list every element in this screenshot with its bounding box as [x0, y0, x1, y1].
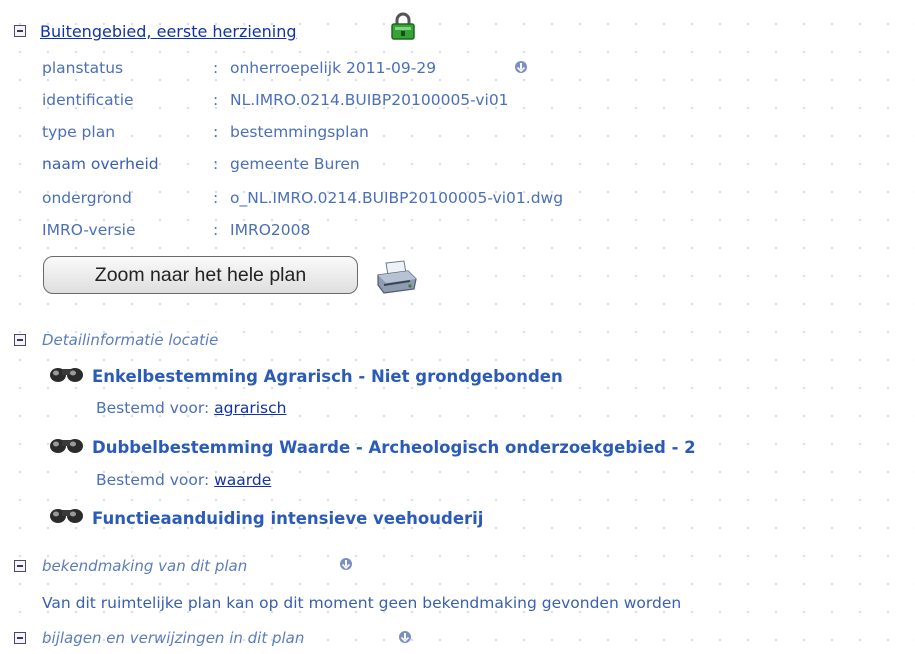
imro-versie-value: IMRO2008	[230, 221, 311, 239]
zoom-to-plan-button[interactable]: Zoom naar het hele plan	[43, 256, 358, 294]
info-icon[interactable]	[398, 630, 412, 644]
info-icon[interactable]	[514, 60, 528, 74]
agrarisch-link[interactable]: agrarisch	[214, 399, 286, 417]
naam-overheid-value: gemeente Buren	[230, 155, 360, 173]
bestemd-voor-row: Bestemd voor: waarde	[96, 471, 271, 489]
bestemd-voor-label: Bestemd voor:	[96, 399, 210, 417]
collapse-bekendmaking-toggle[interactable]	[14, 560, 26, 572]
dubbelbestemming-title[interactable]: Dubbelbestemming Waarde - Archeologisch …	[92, 438, 696, 457]
collapse-plan-toggle[interactable]	[14, 25, 26, 37]
planstatus-value: onherroepelijk 2011-09-29	[230, 59, 437, 77]
separator: :	[213, 59, 219, 77]
functieaanduiding-title[interactable]: Functieaanduiding intensieve veehouderij	[92, 509, 483, 528]
identificatie-value: NL.IMRO.0214.BUIBP20100005-vi01	[230, 91, 509, 109]
separator: :	[213, 221, 219, 239]
bestemd-voor-row: Bestemd voor: agrarisch	[96, 399, 286, 417]
printer-icon[interactable]	[374, 259, 418, 295]
imro-versie-label: IMRO-versie	[42, 221, 136, 239]
ondergrond-label: ondergrond	[42, 189, 132, 207]
binoculars-icon[interactable]	[48, 364, 86, 384]
separator: :	[213, 189, 219, 207]
bekendmaking-section-title[interactable]: bekendmaking van dit plan	[42, 557, 247, 575]
separator: :	[213, 155, 219, 173]
type-plan-label: type plan	[42, 123, 116, 141]
green-padlock-icon	[391, 12, 415, 40]
plan-title-link[interactable]: Buitengebied, eerste herziening	[40, 22, 297, 41]
binoculars-icon[interactable]	[48, 435, 86, 455]
binoculars-icon[interactable]	[48, 505, 86, 525]
bestemd-voor-label: Bestemd voor:	[96, 471, 210, 489]
ondergrond-value: o_NL.IMRO.0214.BUIBP20100005-vi01.dwg	[230, 189, 564, 207]
collapse-detail-toggle[interactable]	[14, 334, 26, 346]
identificatie-label: identificatie	[42, 91, 134, 109]
separator: :	[213, 91, 219, 109]
separator: :	[213, 123, 219, 141]
bekendmaking-message: Van dit ruimtelijke plan kan op dit mome…	[42, 594, 682, 612]
collapse-bijlagen-toggle[interactable]	[14, 632, 26, 644]
waarde-link[interactable]: waarde	[214, 471, 271, 489]
naam-overheid-label: naam overheid	[42, 155, 159, 173]
type-plan-value: bestemmingsplan	[230, 123, 369, 141]
detail-section-title[interactable]: Detailinformatie locatie	[42, 331, 218, 349]
enkelbestemming-title[interactable]: Enkelbestemming Agrarisch - Niet grondge…	[92, 367, 563, 386]
planstatus-label: planstatus	[42, 59, 124, 77]
info-icon[interactable]	[339, 557, 353, 571]
bijlagen-section-title[interactable]: bijlagen en verwijzingen in dit plan	[42, 629, 304, 647]
